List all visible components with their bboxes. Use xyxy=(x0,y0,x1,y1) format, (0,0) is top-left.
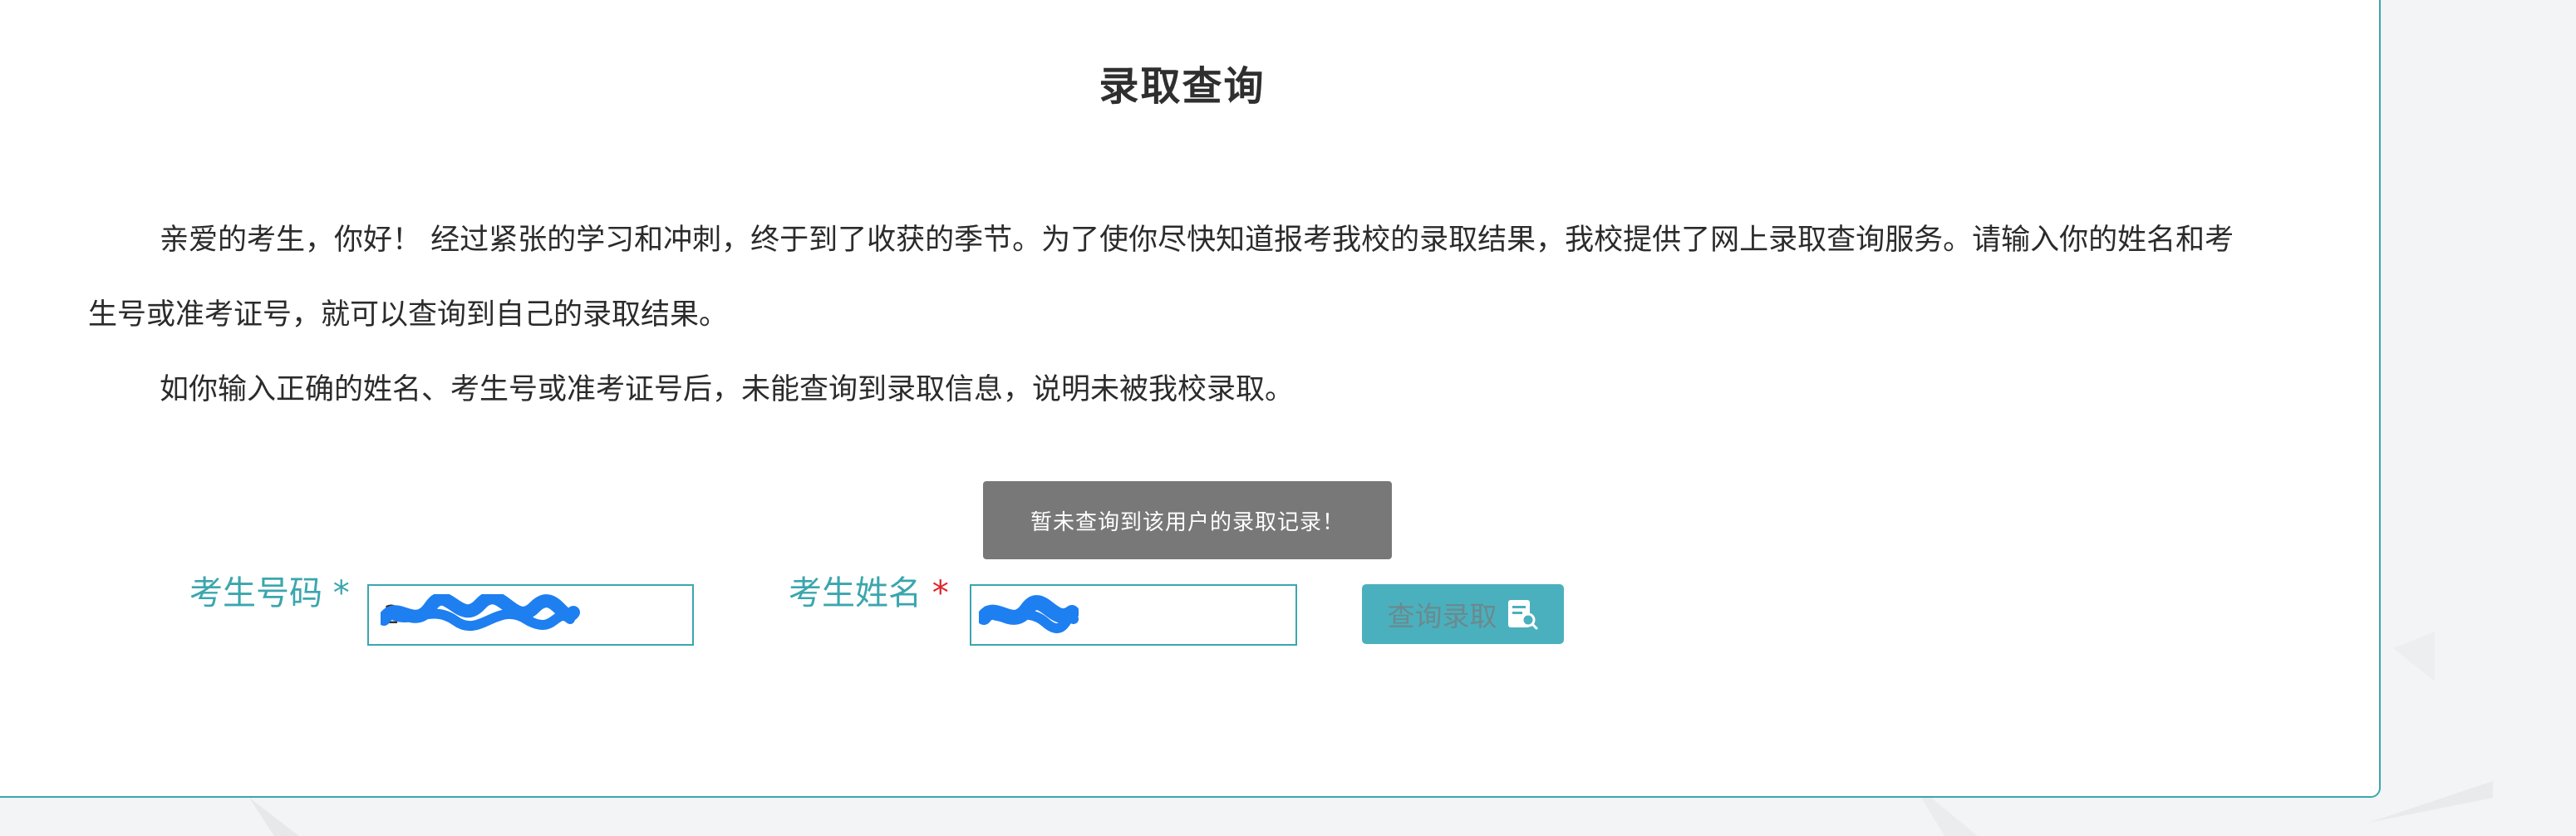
exam-number-input[interactable] xyxy=(367,584,694,646)
intro-text: 亲爱的考生，你好！ 经过紧张的学习和冲刺，终于到了收获的季节。为了使你尽快知道报… xyxy=(88,203,2249,427)
intro-paragraph-2: 如你输入正确的姓名、考生号或准考证号后，未能查询到录取信息，说明未被我校录取。 xyxy=(160,373,1295,406)
exam-number-label: 考生号码 * xyxy=(189,573,350,613)
intro-paragraph-1: 亲爱的考生，你好！ 经过紧张的学习和冲刺，终于到了收获的季节。为了使你尽快知道报… xyxy=(88,224,2234,332)
query-button-label: 查询录取 xyxy=(1387,600,1497,632)
query-panel: 录取查询 亲爱的考生，你好！ 经过紧张的学习和冲刺，终于到了收获的季节。为了使你… xyxy=(0,0,2381,798)
name-label-text: 考生姓名 xyxy=(789,574,922,612)
name-label: 考生姓名 * xyxy=(789,573,949,613)
name-required-mark: * xyxy=(932,574,949,612)
name-input[interactable] xyxy=(970,584,1297,646)
query-admission-button[interactable]: 查询录取 xyxy=(1362,584,1564,644)
no-record-toast: 暂未查询到该用户的录取记录！ xyxy=(983,481,1392,559)
exam-number-label-text: 考生号码 xyxy=(189,574,322,612)
page-title: 录取查询 xyxy=(1099,63,1266,110)
toast-message: 暂未查询到该用户的录取记录！ xyxy=(1030,509,1345,535)
document-search-icon xyxy=(1507,600,1537,630)
exam-number-required-mark: * xyxy=(332,574,350,612)
